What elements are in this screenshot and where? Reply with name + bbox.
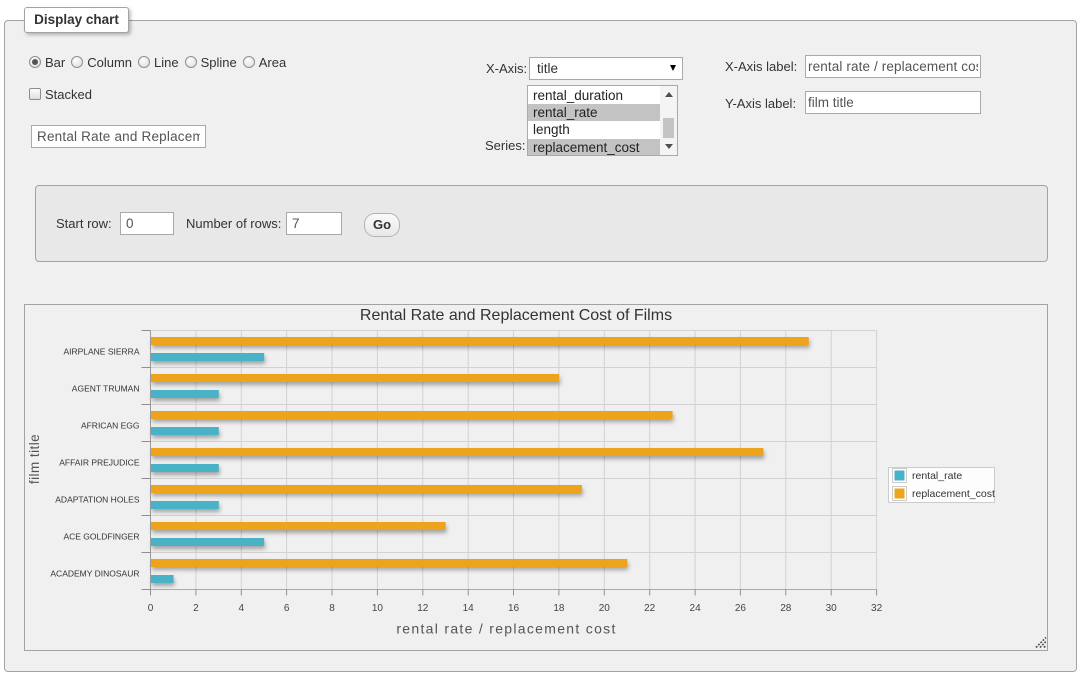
svg-text:8: 8 — [329, 603, 335, 614]
svg-text:ADAPTATION HOLES: ADAPTATION HOLES — [55, 495, 140, 505]
svg-text:replacement_cost: replacement_cost — [912, 488, 995, 500]
svg-text:28: 28 — [780, 603, 792, 614]
svg-text:rental rate / replacement cost: rental rate / replacement cost — [396, 621, 616, 637]
svg-text:6: 6 — [284, 603, 290, 614]
svg-text:16: 16 — [508, 603, 520, 614]
svg-text:4: 4 — [239, 603, 245, 614]
svg-text:2: 2 — [193, 603, 199, 614]
svg-text:AFRICAN EGG: AFRICAN EGG — [81, 421, 140, 431]
svg-text:ACADEMY DINOSAUR: ACADEMY DINOSAUR — [50, 569, 139, 579]
svg-text:ACE GOLDFINGER: ACE GOLDFINGER — [63, 532, 139, 542]
svg-text:32: 32 — [871, 603, 883, 614]
svg-text:AGENT TRUMAN: AGENT TRUMAN — [72, 384, 140, 394]
svg-text:18: 18 — [553, 603, 565, 614]
svg-text:24: 24 — [690, 603, 702, 614]
svg-text:20: 20 — [599, 603, 611, 614]
svg-text:22: 22 — [644, 603, 656, 614]
svg-text:rental_rate: rental_rate — [912, 470, 962, 482]
svg-text:film title: film title — [27, 434, 42, 484]
svg-text:AIRPLANE SIERRA: AIRPLANE SIERRA — [63, 347, 139, 357]
svg-text:Rental Rate and Replacement Co: Rental Rate and Replacement Cost of Film… — [360, 307, 672, 324]
svg-text:30: 30 — [826, 603, 838, 614]
svg-text:0: 0 — [148, 603, 154, 614]
svg-text:10: 10 — [372, 603, 384, 614]
svg-text:12: 12 — [417, 603, 429, 614]
svg-text:26: 26 — [735, 603, 747, 614]
svg-text:14: 14 — [463, 603, 475, 614]
svg-text:AFFAIR PREJUDICE: AFFAIR PREJUDICE — [59, 458, 140, 468]
